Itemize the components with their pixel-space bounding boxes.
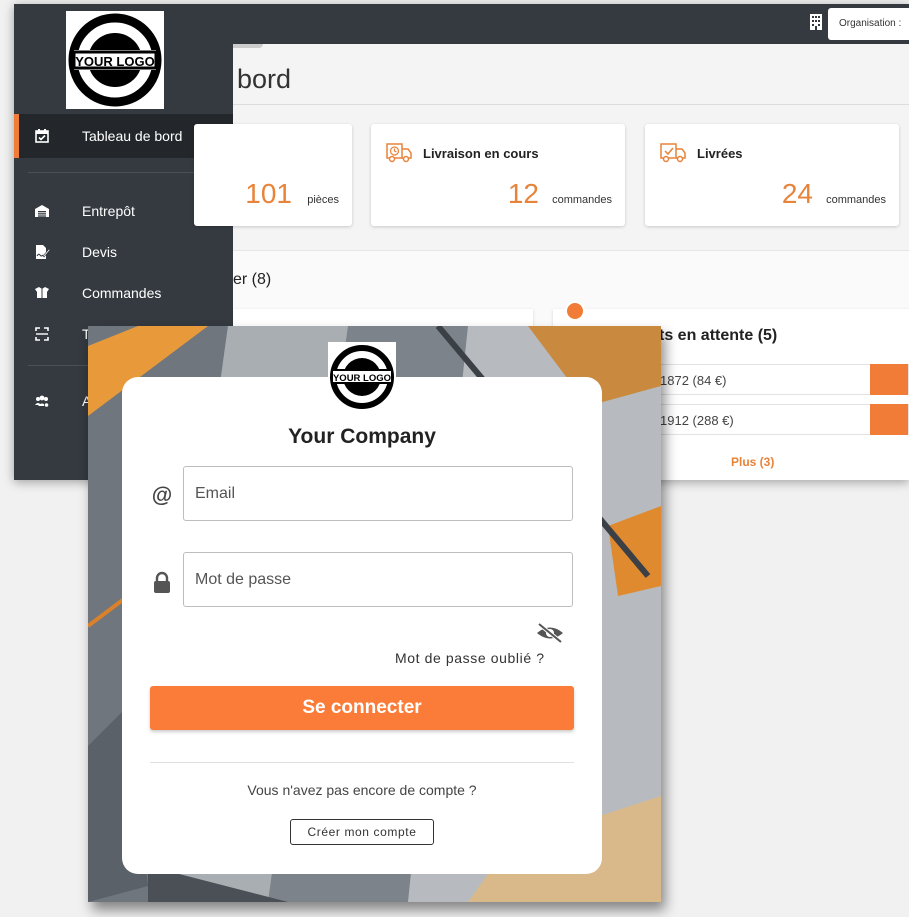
stat-unit: commandes	[826, 194, 886, 206]
login-window: YOUR LOGO Your Company @ Mot de passe ou…	[88, 326, 661, 902]
file-signature-icon	[36, 245, 50, 259]
no-account-text: Vous n'avez pas encore de compte ?	[247, 782, 477, 798]
stat-title: Livraison en cours	[423, 146, 539, 161]
logo-text: YOUR LOGO	[75, 54, 154, 69]
stat-value: 12	[507, 178, 539, 209]
logo-text: YOUR LOGO	[333, 373, 391, 384]
lock-icon	[154, 571, 170, 593]
sidebar-item-label: Devis	[82, 244, 118, 260]
svg-text:@: @	[152, 484, 172, 507]
create-account-button[interactable]: Créer mon compte	[290, 819, 434, 845]
truck-check-icon	[660, 143, 686, 163]
notification-badge	[565, 301, 585, 321]
email-field[interactable]	[183, 466, 573, 521]
warehouse-icon	[35, 205, 49, 217]
page-header: bord	[233, 44, 909, 105]
stat-card-stock: 101 pièces	[194, 124, 352, 226]
sidebar-item-label: Tableau de bord	[82, 128, 183, 144]
divider	[150, 762, 574, 763]
sidebar-item-devis[interactable]: Devis	[14, 237, 233, 267]
pending-title: ts en attente (5)	[659, 327, 778, 344]
building-icon	[810, 14, 822, 30]
forgot-password-link[interactable]: Mot de passe oublié ?	[395, 650, 545, 666]
company-name: Your Company	[288, 425, 436, 448]
stat-title: Livrées	[697, 146, 743, 161]
list-item[interactable]: 1912 (288 €)	[653, 404, 909, 435]
sidebar-item-label: Commandes	[82, 285, 162, 301]
logo: YOUR LOGO	[66, 11, 164, 109]
password-field[interactable]	[183, 552, 573, 607]
row-action-button[interactable]	[870, 404, 908, 435]
stat-card-livraison-en-cours: Livraison en cours 12 commandes	[371, 124, 625, 226]
section-title: er (8)	[233, 271, 272, 288]
list-item[interactable]: 1872 (84 €)	[653, 364, 909, 395]
calendar-check-icon	[35, 129, 49, 143]
box-open-icon	[35, 287, 49, 298]
stat-value: 24	[781, 178, 813, 209]
organisation-selector[interactable]: Organisation :	[828, 8, 909, 40]
login-card: YOUR LOGO Your Company @ Mot de passe ou…	[122, 342, 602, 874]
sidebar-item-commandes[interactable]: Commandes	[14, 278, 233, 308]
sidebar-divider	[28, 172, 220, 173]
logo: YOUR LOGO	[328, 342, 396, 412]
stat-unit: pièces	[307, 194, 339, 206]
sidebar-item-label: Entrepôt	[82, 203, 135, 219]
list-item-text: 1872 (84 €)	[660, 373, 727, 388]
scan-icon	[35, 327, 49, 341]
users-cog-icon	[35, 395, 50, 408]
page-title: bord	[237, 64, 292, 94]
stat-card-livrees: Livrées 24 commandes	[645, 124, 899, 226]
row-action-button[interactable]	[870, 364, 908, 395]
at-icon: @	[152, 484, 172, 507]
list-item-text: 1912 (288 €)	[660, 413, 734, 428]
stat-unit: commandes	[552, 194, 612, 206]
login-button[interactable]: Se connecter	[150, 686, 574, 730]
eye-slash-icon[interactable]	[535, 622, 565, 644]
stat-value: 101	[245, 178, 292, 209]
more-link[interactable]: Plus (3)	[731, 455, 774, 469]
truck-clock-icon	[386, 143, 412, 163]
